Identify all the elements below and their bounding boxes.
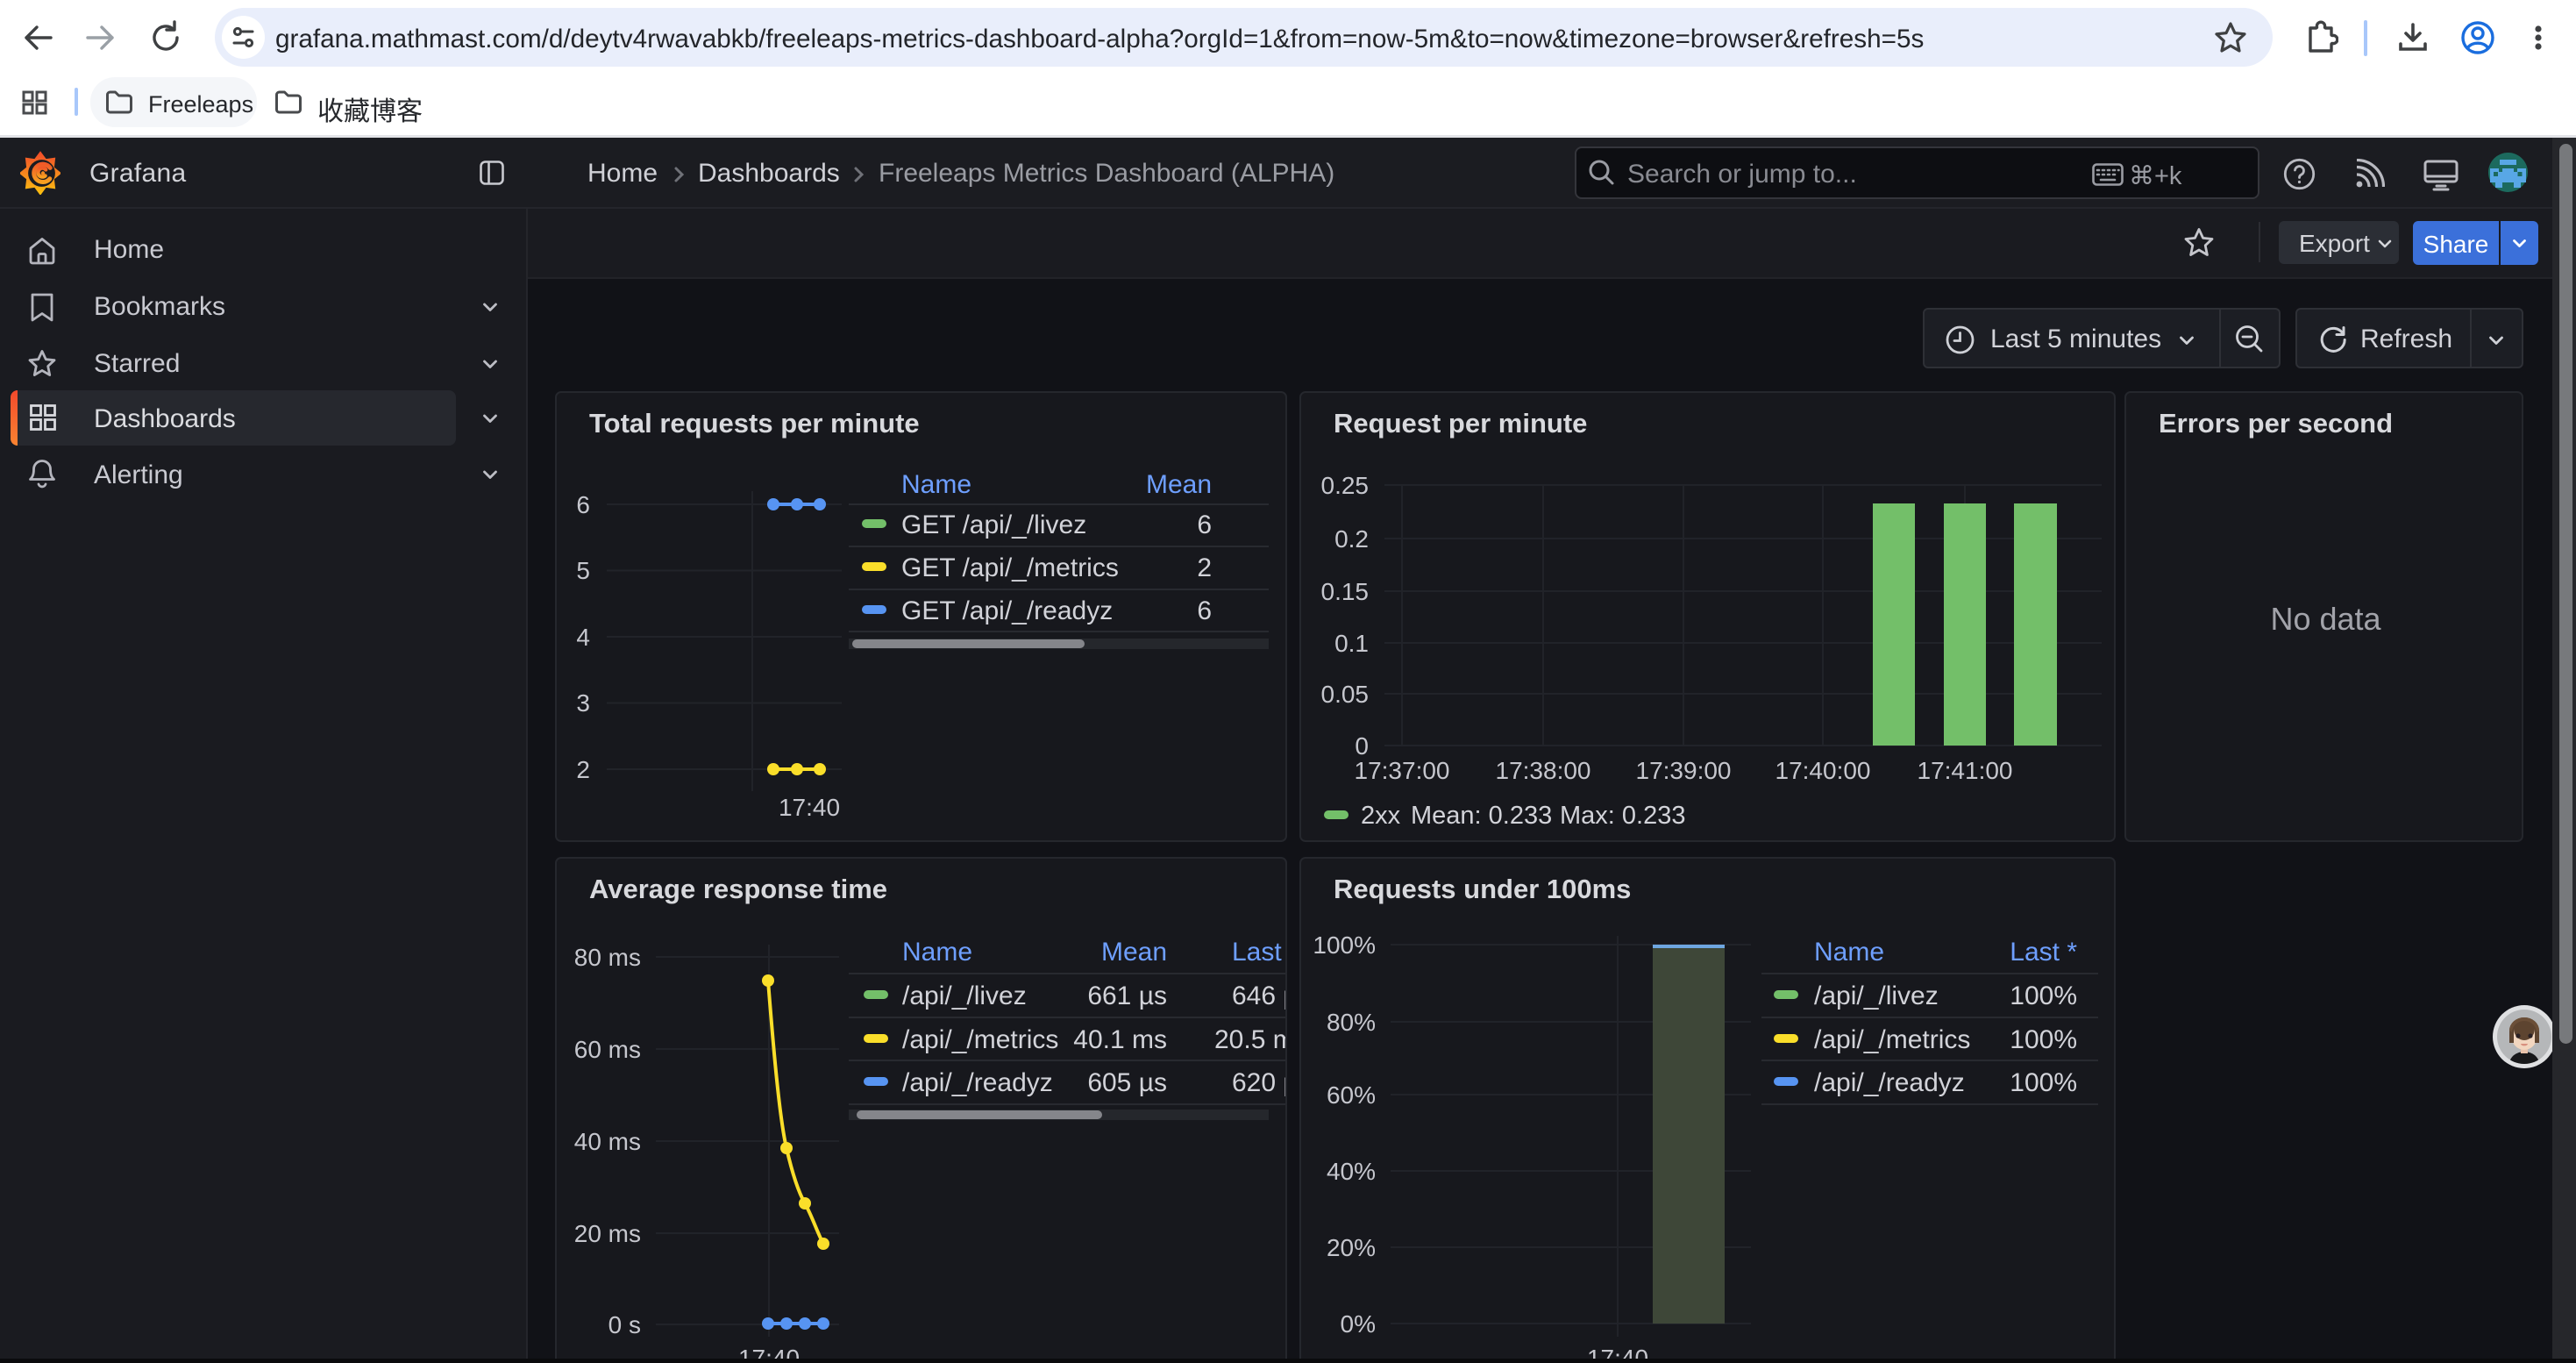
svg-text:17:38:00: 17:38:00 [1496,757,1591,784]
svg-text:0: 0 [1355,732,1369,760]
svg-text:40 ms: 40 ms [574,1128,641,1155]
svg-text:20 ms: 20 ms [574,1220,641,1247]
svg-text:17:41:00: 17:41:00 [1918,757,2013,784]
svg-text:5: 5 [576,557,590,584]
svg-text:80%: 80% [1327,1009,1376,1036]
svg-text:17:40:00: 17:40:00 [1775,757,1871,784]
svg-text:4: 4 [576,624,590,651]
svg-text:0 s: 0 s [608,1311,641,1338]
svg-text:17:39:00: 17:39:00 [1636,757,1732,784]
svg-text:0.2: 0.2 [1334,525,1369,553]
svg-text:60%: 60% [1327,1081,1376,1109]
svg-text:0%: 0% [1341,1310,1376,1338]
svg-text:17:40: 17:40 [779,794,840,821]
svg-text:6: 6 [576,491,590,518]
svg-text:20%: 20% [1327,1234,1376,1261]
svg-text:80 ms: 80 ms [574,944,641,971]
svg-text:0.25: 0.25 [1321,472,1370,499]
svg-text:0.1: 0.1 [1334,630,1369,657]
svg-text:17:37:00: 17:37:00 [1355,757,1450,784]
svg-text:2: 2 [576,756,590,783]
svg-text:100%: 100% [1313,931,1376,959]
svg-text:0.15: 0.15 [1321,578,1370,605]
svg-text:0.05: 0.05 [1321,681,1370,708]
svg-text:40%: 40% [1327,1158,1376,1185]
svg-text:60 ms: 60 ms [574,1036,641,1063]
svg-text:3: 3 [576,689,590,717]
